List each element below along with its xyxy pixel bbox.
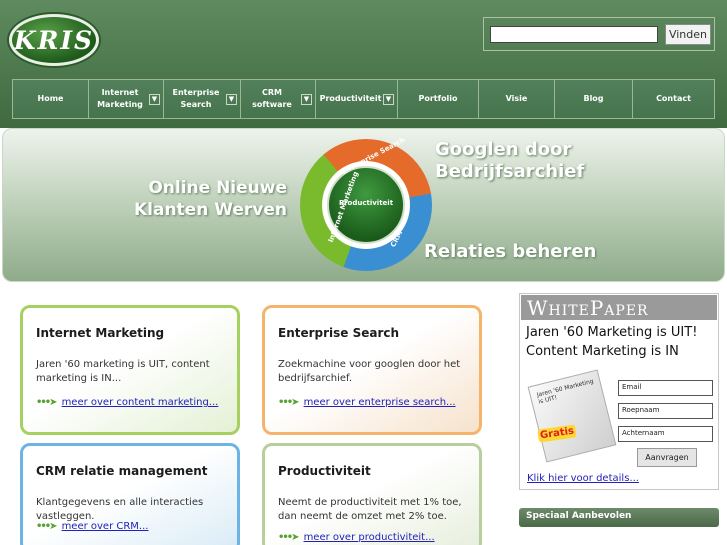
nav-productiviteit[interactable]: Productiviteit ▼ <box>316 80 398 118</box>
email-field[interactable]: Email <box>618 380 713 396</box>
book-cover-text: Jaren '60 Marketing is UIT! <box>536 377 595 406</box>
chevron-down-icon[interactable]: ▼ <box>383 94 394 105</box>
arrow-icon: •••➤ <box>36 521 58 532</box>
logo[interactable]: KRIS <box>9 14 99 66</box>
feature-box-crm: CRM relatie management Klantgegevens en … <box>20 443 240 545</box>
box-link[interactable]: meer over CRM... <box>62 521 149 532</box>
search-button[interactable]: Vinden <box>665 24 711 45</box>
arrow-icon: •••➤ <box>278 397 300 408</box>
whitepaper-book-image: Jaren '60 Marketing is UIT! Gratis <box>526 367 617 463</box>
box-title: CRM relatie management <box>36 464 208 478</box>
nav-visie[interactable]: Visie <box>479 80 555 118</box>
box-title: Internet Marketing <box>36 326 165 340</box>
nav-label: Blog <box>583 94 604 103</box>
feature-box-enterprise-search: Enterprise Search Zoekmachine voor googl… <box>262 305 482 435</box>
chevron-down-icon[interactable]: ▼ <box>149 94 160 105</box>
box-title: Enterprise Search <box>278 326 400 340</box>
whitepaper-header-text: WhitePaper <box>527 296 649 320</box>
nav-home[interactable]: Home <box>13 80 89 118</box>
search-input[interactable] <box>490 26 658 43</box>
banner-left-text: Online Nieuwe Klanten Werven <box>121 177 287 221</box>
roepnaam-field[interactable]: Roepnaam <box>618 403 713 419</box>
nav-blog[interactable]: Blog <box>555 80 633 118</box>
box-link-row: •••➤ meer over productiviteit... <box>278 532 435 543</box>
nav-label: Enterprise Search <box>172 88 220 109</box>
whitepaper-widget: WhitePaper Jaren '60 Marketing is UIT! C… <box>519 293 719 490</box>
nav-internet-marketing[interactable]: Internet Marketing ▼ <box>89 80 164 118</box>
box-description: Zoekmachine voor googlen door het bedrij… <box>278 359 461 384</box>
box-link[interactable]: meer over productiviteit... <box>304 532 435 543</box>
aanvragen-button[interactable]: Aanvragen <box>637 448 697 467</box>
banner-top-right-text-value: Googlen door Bedrijfsarchief <box>435 139 585 182</box>
main-nav: Home Internet Marketing ▼ Enterprise Sea… <box>12 79 715 119</box>
box-description: Neemt de productiviteit met 1% toe, dan … <box>278 497 462 522</box>
feature-box-internet-marketing: Internet Marketing Jaren '60 marketing i… <box>20 305 240 435</box>
nav-portfolio[interactable]: Portfolio <box>398 80 479 118</box>
arrow-icon: •••➤ <box>278 532 300 543</box>
productivity-cycle-graphic: Productiviteit Enterprise Search Interne… <box>300 136 432 271</box>
nav-label: Contact <box>656 94 691 103</box>
box-title: Productiviteit <box>278 464 371 478</box>
nav-crm-software[interactable]: CRM software ▼ <box>241 80 316 118</box>
chevron-down-icon[interactable]: ▼ <box>301 94 312 105</box>
whitepaper-subtitle: Jaren '60 Marketing is UIT! Content Mark… <box>526 325 698 359</box>
banner-top-right-text: Googlen door Bedrijfsarchief <box>435 139 584 183</box>
hero-banner[interactable]: Online Nieuwe Klanten Werven Googlen doo… <box>2 128 725 282</box>
box-link[interactable]: meer over content marketing... <box>62 397 219 408</box>
search-form: Vinden <box>483 17 715 51</box>
achternaam-field[interactable]: Achternaam <box>618 426 713 442</box>
nav-label: CRM software <box>252 88 292 109</box>
nav-enterprise-search[interactable]: Enterprise Search ▼ <box>164 80 241 118</box>
nav-label: Internet Marketing <box>97 88 143 109</box>
feature-box-productiviteit: Productiviteit Neemt de productiviteit m… <box>262 443 482 545</box>
arrow-icon: •••➤ <box>36 397 58 408</box>
whitepaper-details-link[interactable]: Klik hier voor details... <box>527 473 639 484</box>
nav-label: Home <box>37 94 64 103</box>
banner-bottom-right-text: Relaties beheren <box>424 241 597 262</box>
book-cover: Jaren '60 Marketing is UIT! <box>527 369 617 463</box>
box-link-row: •••➤ meer over enterprise search... <box>278 397 456 408</box>
recommended-header: Speciaal Aanbevolen <box>519 508 719 527</box>
whitepaper-header: WhitePaper <box>521 295 717 320</box>
recommended-title: Speciaal Aanbevolen <box>526 511 632 521</box>
nav-label: Productiviteit <box>319 94 382 103</box>
box-link[interactable]: meer over enterprise search... <box>304 397 456 408</box>
nav-contact[interactable]: Contact <box>633 80 714 118</box>
nav-label: Visie <box>505 94 528 103</box>
banner-left-text-value: Online Nieuwe Klanten Werven <box>133 178 287 220</box>
box-description: Jaren '60 marketing is UIT, content mark… <box>36 359 210 384</box>
box-description: Klantgegevens en alle interacties vastle… <box>36 497 204 522</box>
box-link-row: •••➤ meer over CRM... <box>36 521 148 532</box>
nav-label: Portfolio <box>418 94 458 103</box>
chevron-down-icon[interactable]: ▼ <box>226 94 237 105</box>
box-link-row: •••➤ meer over content marketing... <box>36 397 218 408</box>
logo-text: KRIS <box>13 26 95 55</box>
